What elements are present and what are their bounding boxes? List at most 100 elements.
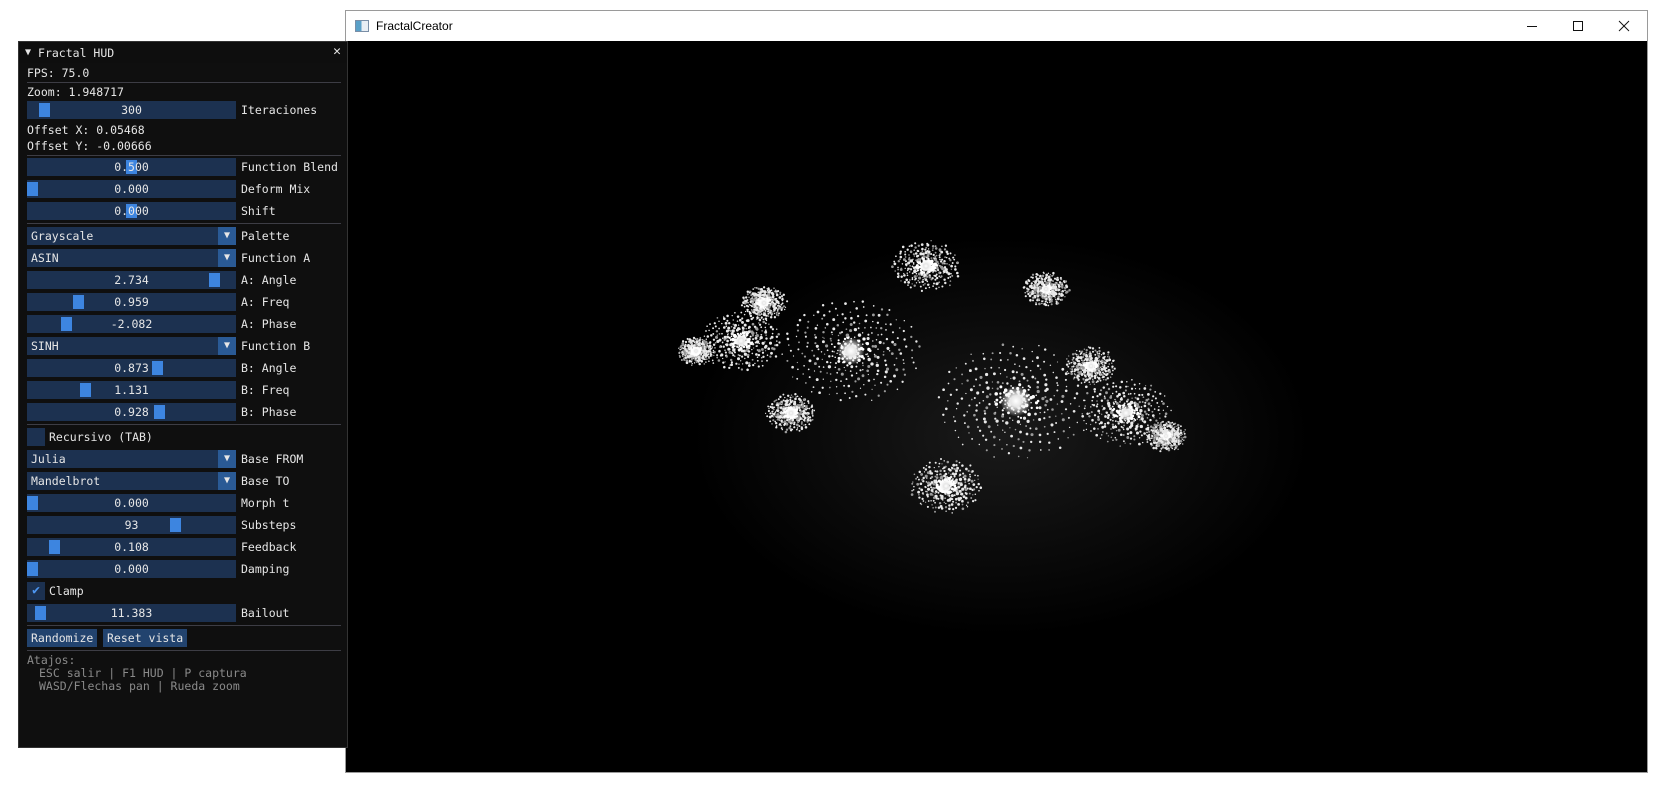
substeps-slider[interactable]: 93 [27,516,236,534]
function-blend-slider[interactable]: 0.500 [27,158,236,176]
fractal-point [1058,292,1061,296]
fractal-point [836,371,839,374]
bailout-slider[interactable]: 11.383 [27,604,236,622]
dropdown-arrow-icon[interactable]: ▼ [218,227,236,245]
palette-dropdown[interactable]: Grayscale ▼ [27,227,236,245]
fractal-point [1018,383,1022,387]
fractal-point [895,357,898,360]
fractal-point [819,370,822,373]
fractal-point [1120,396,1123,399]
recursivo-label: Recursivo (TAB) [49,430,153,444]
fractal-point [1146,431,1148,434]
close-button[interactable] [1601,11,1647,41]
fractal-point [912,253,916,256]
fractal-point [956,489,959,492]
fractal-point [847,384,851,388]
fractal-point [1157,444,1160,448]
randomize-button[interactable]: Randomize [27,629,98,647]
title-bar[interactable]: FractalCreator [346,11,1647,41]
fractal-point [1144,385,1147,387]
function-a-dropdown[interactable]: ASIN ▼ [27,249,236,267]
b-freq-slider[interactable]: 1.131 [27,381,236,399]
dropdown-arrow-icon[interactable]: ▼ [218,450,236,468]
fractal-point [1104,422,1107,425]
fractal-point [939,260,943,263]
fractal-point [952,507,955,511]
fractal-point [785,428,789,431]
damping-label: Damping [241,562,290,576]
damping-slider[interactable]: 0.000 [27,560,236,578]
fractal-point [872,305,875,307]
a-angle-slider[interactable]: 2.734 [27,271,236,289]
fractal-point [915,367,917,370]
reset-view-button[interactable]: Reset vista [103,629,188,647]
fractal-point [970,497,973,499]
fractal-point [800,421,803,424]
iteraciones-slider[interactable]: 300 [27,101,236,119]
fractal-point [963,474,967,478]
a-phase-slider[interactable]: -2.082 [27,315,236,333]
fractal-point [688,360,691,363]
fractal-point [972,483,976,486]
fractal-point [764,341,766,343]
fractal-point [1071,366,1073,368]
fractal-point [918,470,922,474]
fractal-point [796,427,799,429]
fractal-point [1081,359,1083,362]
fractal-point [1143,420,1147,424]
fractal-viewport[interactable] [346,41,1647,772]
minimize-button[interactable] [1509,11,1555,41]
feedback-slider[interactable]: 0.108 [27,538,236,556]
dropdown-value: Julia [31,452,66,466]
hud-title-bar[interactable]: ▼ Fractal HUD ✕ [19,42,347,63]
fractal-point [1093,383,1096,386]
base-to-dropdown[interactable]: Mandelbrot ▼ [27,472,236,490]
fractal-point [978,383,982,387]
function-b-dropdown[interactable]: SINH ▼ [27,337,236,355]
fractal-point [1001,343,1005,346]
fractal-point [1088,415,1091,418]
fractal-point [746,299,749,301]
fractal-point [822,366,825,368]
b-angle-slider[interactable]: 0.873 [27,359,236,377]
b-phase-slider[interactable]: 0.928 [27,403,236,421]
maximize-button[interactable] [1555,11,1601,41]
collapse-icon[interactable]: ▼ [25,47,31,58]
fractal-point [871,313,875,317]
fractal-point [754,362,756,365]
recursivo-checkbox[interactable] [27,428,45,446]
base-from-dropdown[interactable]: Julia ▼ [27,450,236,468]
hud-close-icon[interactable]: ✕ [333,44,341,59]
fractal-point [1096,394,1099,398]
fractal-point [1098,349,1101,353]
fractal-point [751,348,753,351]
fractal-point [924,501,927,503]
fractal-point [1078,372,1082,375]
a-freq-slider[interactable]: 0.959 [27,293,236,311]
dropdown-arrow-icon[interactable]: ▼ [218,472,236,490]
fractal-point [1024,292,1026,294]
fractal-point [803,402,806,405]
clamp-checkbox[interactable]: ✔ [27,582,45,600]
fractal-point [946,399,949,402]
deform-mix-slider[interactable]: 0.000 [27,180,236,198]
fractal-point [1099,366,1102,369]
shift-slider[interactable]: 0.000 [27,202,236,220]
fractal-point [935,287,938,290]
fractal-point [1140,417,1144,421]
fractal-point [826,372,828,374]
morph-t-slider[interactable]: 0.000 [27,494,236,512]
fractal-point [1091,399,1094,402]
fractal-point [977,478,979,480]
fractal-point [1025,432,1029,436]
fractal-point [734,355,736,357]
fractal-point [794,393,797,396]
fractal-point [912,361,915,364]
fractal-point [934,470,937,473]
dropdown-arrow-icon[interactable]: ▼ [218,337,236,355]
fractal-point [1151,399,1154,402]
dropdown-arrow-icon[interactable]: ▼ [218,249,236,267]
slider-value: 0.959 [114,295,149,309]
fractal-point [939,258,941,261]
fractal-point [862,357,866,360]
